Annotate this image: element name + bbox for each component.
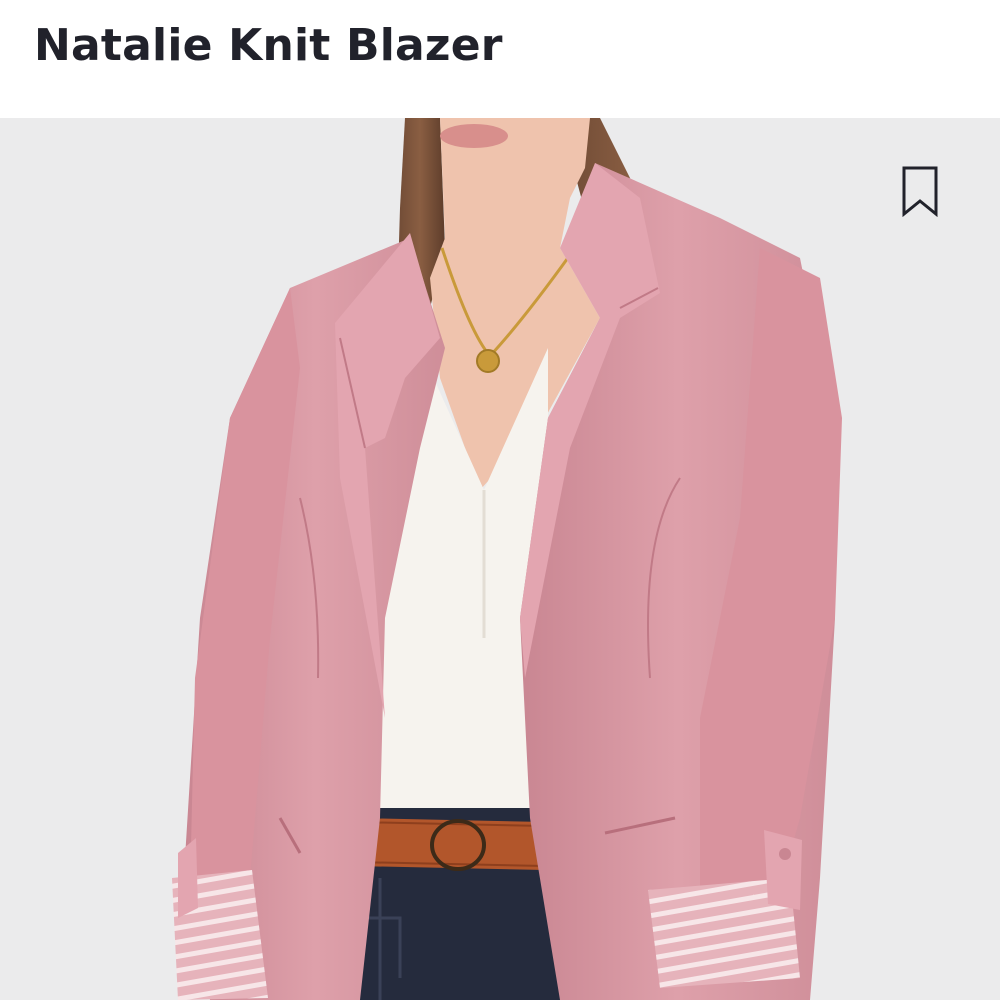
- product-image[interactable]: [0, 118, 1000, 1000]
- product-screen: Natalie Knit Blazer: [0, 0, 1000, 1000]
- bookmark-button[interactable]: [890, 158, 950, 224]
- product-title: Natalie Knit Blazer: [34, 20, 503, 71]
- product-photo: [172, 118, 842, 1000]
- bookmark-icon: [902, 166, 938, 217]
- product-header: Natalie Knit Blazer: [0, 0, 1000, 118]
